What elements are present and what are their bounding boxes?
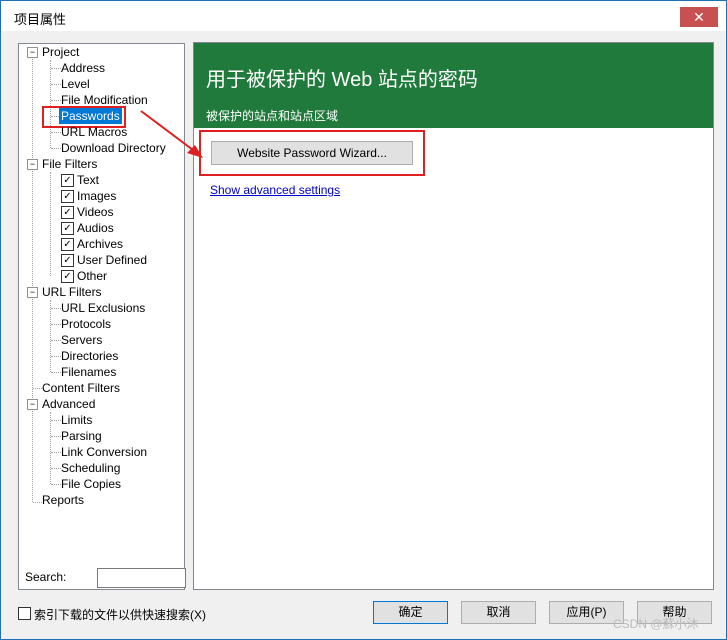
tree-item-address[interactable]: Address	[61, 60, 105, 76]
close-button[interactable]: ✕	[680, 7, 718, 27]
search-label: Search:	[25, 570, 67, 584]
search-input[interactable]	[97, 568, 186, 588]
tree-connector	[51, 340, 61, 341]
collapse-icon[interactable]: −	[27, 159, 38, 170]
tree-item-url-exclusions[interactable]: URL Exclusions	[61, 300, 145, 316]
tree-connector	[50, 300, 51, 372]
tree-connector	[51, 468, 61, 469]
section-subtitle: 被保护的站点和站点区域	[206, 109, 339, 123]
tree-connector	[50, 412, 51, 484]
tree-item-level[interactable]: Level	[61, 76, 90, 92]
tree-item-advanced[interactable]: Advanced	[42, 396, 95, 412]
content-header: 用于被保护的 Web 站点的密码 被保护的站点和站点区域	[194, 43, 713, 128]
tree-connector	[51, 436, 61, 437]
annotation-arrow-icon	[140, 110, 203, 158]
tree-item-servers[interactable]: Servers	[61, 332, 102, 348]
tree-connector	[51, 100, 61, 101]
collapse-icon[interactable]: −	[27, 287, 38, 298]
page-title: 用于被保护的 Web 站点的密码	[206, 69, 478, 91]
index-files-label: 索引下载的文件以供快速搜索(X)	[34, 608, 206, 622]
watermark: CSDN @蘇小沐	[613, 617, 699, 631]
tree-item-parsing[interactable]: Parsing	[61, 428, 102, 444]
tree-item-content-filters[interactable]: Content Filters	[42, 380, 120, 396]
tree-connector	[51, 356, 61, 357]
tree-item-file-filters[interactable]: File Filters	[42, 156, 97, 172]
window-title: 项目属性	[14, 12, 67, 27]
content-panel: 用于被保护的 Web 站点的密码 被保护的站点和站点区域 Website Pas…	[193, 42, 714, 590]
ok-button[interactable]: 确定	[373, 601, 448, 624]
tree-connector	[33, 502, 42, 503]
tree-item-url-macros[interactable]: URL Macros	[61, 124, 127, 140]
tree-item-limits[interactable]: Limits	[61, 412, 92, 428]
annotation-highlight	[199, 130, 425, 176]
tree-item-link-conversion[interactable]: Link Conversion	[61, 444, 147, 460]
tree-item-audios[interactable]: Audios	[77, 220, 114, 236]
checkbox-archives[interactable]: ✓	[61, 238, 74, 251]
checkbox-text[interactable]: ✓	[61, 174, 74, 187]
tree-connector	[50, 60, 51, 148]
collapse-icon[interactable]: −	[27, 399, 38, 410]
tree-connector	[32, 56, 33, 502]
tree-item-archives[interactable]: Archives	[77, 236, 123, 252]
tree-connector	[51, 68, 61, 69]
tree-item-videos[interactable]: Videos	[77, 204, 113, 220]
checkbox-user-defined[interactable]: ✓	[61, 254, 74, 267]
tree-item-directories[interactable]: Directories	[61, 348, 118, 364]
tree-item-text[interactable]: Text	[77, 172, 99, 188]
checkbox-videos[interactable]: ✓	[61, 206, 74, 219]
show-advanced-settings-link[interactable]: Show advanced settings	[210, 183, 340, 197]
tree-connector	[51, 84, 61, 85]
tree-item-other[interactable]: Other	[77, 268, 107, 284]
tree-connector	[51, 132, 61, 133]
tree-connector	[51, 324, 61, 325]
tree-item-filenames[interactable]: Filenames	[61, 364, 116, 380]
tree-connector	[51, 420, 61, 421]
cancel-button[interactable]: 取消	[461, 601, 536, 624]
tree-connector	[33, 388, 42, 389]
tree-item-user-defined[interactable]: User Defined	[77, 252, 147, 268]
tree-connector	[51, 308, 61, 309]
tree-item-project[interactable]: Project	[42, 44, 79, 60]
index-files-checkbox[interactable]	[18, 607, 31, 620]
tree-connector	[51, 452, 61, 453]
project-properties-window: 项目属性 ✕ − Project Address Level File Modi…	[0, 0, 727, 640]
checkbox-images[interactable]: ✓	[61, 190, 74, 203]
title-bar: 项目属性 ✕	[1, 1, 726, 31]
checkbox-audios[interactable]: ✓	[61, 222, 74, 235]
tree-item-url-filters[interactable]: URL Filters	[42, 284, 102, 300]
tree-connector	[50, 172, 51, 276]
collapse-icon[interactable]: −	[27, 47, 38, 58]
tree-connector	[51, 484, 61, 485]
tree-connector	[51, 372, 61, 373]
tree-item-reports[interactable]: Reports	[42, 492, 84, 508]
tree-item-file-copies[interactable]: File Copies	[61, 476, 121, 492]
tree-item-protocols[interactable]: Protocols	[61, 316, 111, 332]
tree-item-scheduling[interactable]: Scheduling	[61, 460, 120, 476]
tree-connector	[51, 148, 61, 149]
tree-item-images[interactable]: Images	[77, 188, 116, 204]
checkbox-other[interactable]: ✓	[61, 270, 74, 283]
